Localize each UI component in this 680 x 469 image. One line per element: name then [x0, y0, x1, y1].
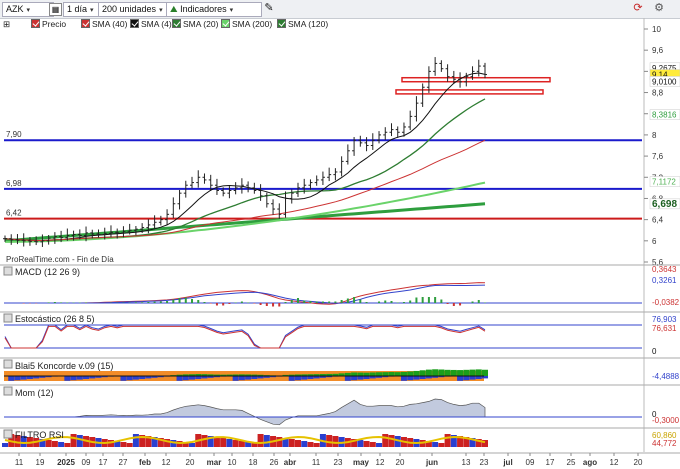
panel-toggle-icon[interactable] [3, 313, 13, 323]
stochastic-panel: Estocástico (26 8 5) [3, 313, 642, 349]
panel-value: 76,631 [652, 324, 677, 333]
date-tick: 26 [270, 458, 279, 467]
panel-toggle-icon[interactable] [3, 266, 13, 276]
price-value-text: 7,1172 [652, 178, 676, 187]
chart-area[interactable]: 7,90 6,98 6,42 ProRealTime.com - Fin de Dí… [0, 0, 680, 469]
date-tick: 23 [334, 458, 343, 467]
date-tick: 2025 [57, 458, 75, 467]
panel-value: 76,903 [652, 315, 677, 324]
date-tick: 17 [546, 458, 555, 467]
price-tick: 8,8 [652, 89, 664, 98]
panel-value: -0,0382 [652, 298, 680, 307]
date-tick: 12 [376, 458, 385, 467]
price-value-text: 8,3816 [652, 111, 677, 120]
watermark: ProRealTime.com - Fin de Día [6, 255, 114, 264]
line-label: 7,90 [6, 130, 22, 139]
date-tick: 23 [480, 458, 489, 467]
price-tick: 6,4 [652, 216, 664, 225]
line-label: 6,98 [6, 179, 22, 188]
panel-value: 44,772 [652, 439, 677, 448]
panel-value: 0,3643 [652, 265, 677, 274]
panel-title: Blai5 Koncorde v.09 (15) [15, 361, 113, 371]
panel-value: 0 [652, 347, 657, 356]
date-tick: jul [502, 458, 512, 467]
date-axis: 11 19 2025 09 17 27 feb 12 20 mar 10 18 26 abr 11 23 may… [15, 453, 643, 467]
panel-title: MACD (12 26 9) [15, 267, 80, 277]
date-tick: 27 [119, 458, 128, 467]
date-tick: 10 [228, 458, 237, 467]
price-tick: 10 [652, 25, 661, 34]
panel-title: Mom (12) [15, 388, 54, 398]
date-tick: ago [583, 458, 597, 467]
price-tick: 6 [652, 237, 657, 246]
date-tick: 20 [634, 458, 643, 467]
panel-toggle-icon[interactable] [3, 359, 13, 369]
date-tick: jun [425, 458, 438, 467]
line-label: 6,42 [6, 209, 22, 218]
main-panel [4, 30, 642, 260]
price-value-text: 6,698 [652, 199, 677, 210]
price-tick: 8 [652, 131, 657, 140]
date-tick: 25 [567, 458, 576, 467]
date-tick: 09 [82, 458, 91, 467]
momentum-panel: Mom (12) [3, 386, 642, 426]
price-tick: 7,6 [652, 152, 664, 161]
panel-value: 0,3261 [652, 276, 677, 285]
date-tick: 20 [396, 458, 405, 467]
panel-value: -4,4888 [652, 372, 680, 381]
date-tick: feb [139, 458, 151, 467]
date-tick: 18 [249, 458, 258, 467]
date-tick: 11 [312, 458, 321, 467]
panel-value: -0,3000 [652, 416, 680, 425]
date-tick: mar [207, 458, 222, 467]
panel-title: Estocástico (26 8 5) [15, 314, 95, 324]
date-tick: 13 [462, 458, 471, 467]
date-tick: may [353, 458, 370, 467]
panel-title: FILTRO RSI [15, 430, 64, 440]
date-tick: 12 [162, 458, 171, 467]
date-tick: 19 [36, 458, 45, 467]
panel-value-labels: 0,36430,3261-0,038276,90376,6310-4,48880… [652, 265, 680, 448]
price-axis: 109,69,28,88,487,67,26,86,465,6 [644, 25, 664, 267]
price-tick: 9,6 [652, 46, 664, 55]
koncorde-panel: Blai5 Koncorde v.09 (15) [3, 359, 488, 381]
rsi-filter-panel: FILTRO RSI [2, 429, 488, 447]
price-value-text: 9,0100 [652, 77, 677, 86]
date-tick: 20 [186, 458, 195, 467]
date-tick: 09 [526, 458, 535, 467]
panel-toggle-icon[interactable] [3, 386, 13, 396]
date-tick: 11 [15, 458, 24, 467]
zone-rectangle[interactable] [401, 76, 551, 83]
date-tick: abr [284, 458, 296, 467]
date-tick: 17 [99, 458, 108, 467]
macd-panel: MACD (12 26 9) [3, 266, 642, 307]
panel-toggle-icon[interactable] [3, 429, 13, 439]
date-tick: 12 [610, 458, 619, 467]
zone-rectangle[interactable] [395, 89, 544, 95]
